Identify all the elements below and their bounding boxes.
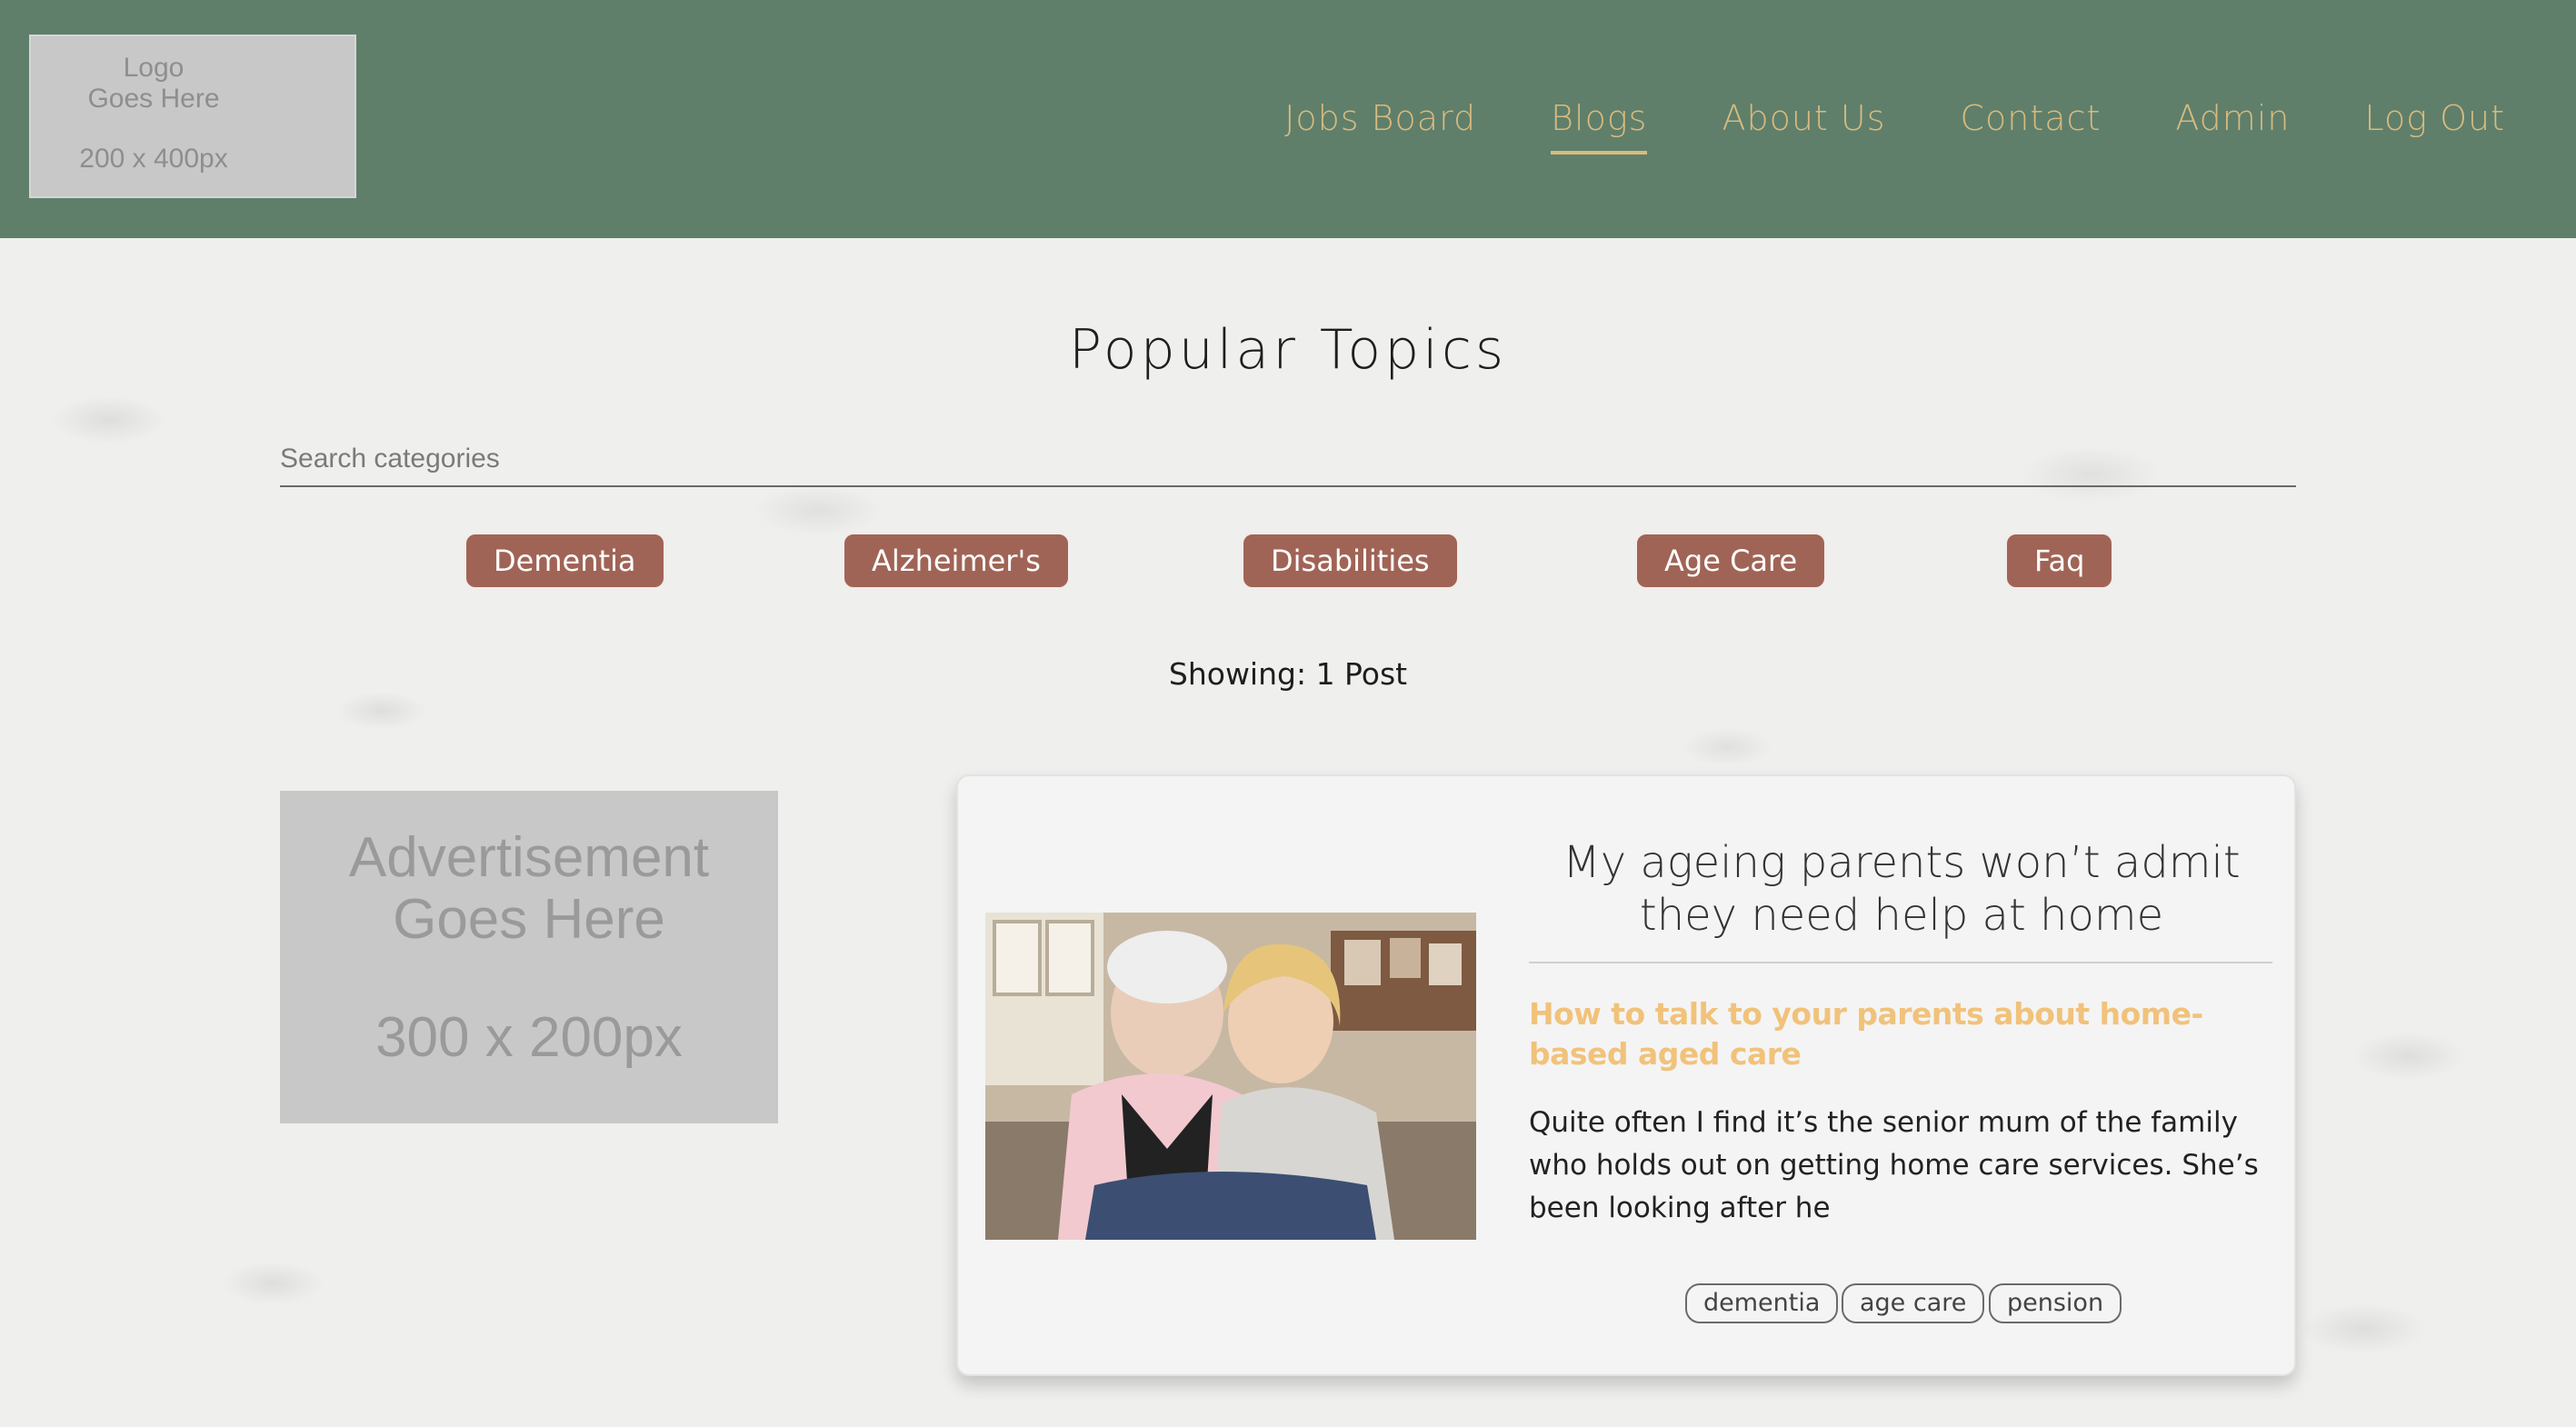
category-age-care[interactable]: Age Care [1635,533,1827,589]
nav-admin[interactable]: Admin [2175,91,2290,145]
nav-blogs[interactable]: Blogs [1551,91,1648,155]
search-categories-input[interactable] [280,433,2296,487]
tag-pension[interactable]: pension [1989,1283,2122,1323]
post-image[interactable] [985,913,1476,1240]
site-header: Logo Goes Here 200 x 400px Jobs Board Bl… [0,0,2576,238]
main-nav: Jobs Board Blogs About Us Contact Admin … [1210,91,2505,155]
post-photo-illustration [985,913,1476,1240]
post-card[interactable]: My ageing parents won’t admit they need … [956,774,2296,1376]
ad-text: Advertisement Goes Here [348,826,710,951]
tag-dementia[interactable]: dementia [1685,1283,1839,1323]
logo-text: Logo Goes Here [87,53,220,114]
post-count: Showing: 1 Post [1168,656,1408,692]
page-title: Popular Topics [1068,318,1508,382]
advertisement-placeholder[interactable]: Advertisement Goes Here 300 x 200px [280,791,778,1123]
nav-contact[interactable]: Contact [1961,91,2102,145]
nav-log-out[interactable]: Log Out [2364,91,2505,145]
tag-age-care[interactable]: age care [1842,1283,1985,1323]
logo-size: 200 x 400px [79,144,228,174]
nav-jobs-board[interactable]: Jobs Board [1284,91,1476,145]
category-disabilities[interactable]: Disabilities [1242,533,1459,589]
category-alzheimers[interactable]: Alzheimer's [843,533,1070,589]
post-subtitle[interactable]: How to talk to your parents about home-b… [1529,994,2272,1074]
post-title[interactable]: My ageing parents won’t admit they need … [1529,836,2274,942]
category-faq[interactable]: Faq [2005,533,2114,589]
ad-size: 300 x 200px [375,1006,683,1069]
nav-about-us[interactable]: About Us [1722,91,1885,145]
category-dementia[interactable]: Dementia [464,533,665,589]
post-excerpt: Quite often I find it’s the senior mum o… [1529,1106,2259,1224]
logo-placeholder[interactable]: Logo Goes Here 200 x 400px [29,35,356,198]
post-divider [1529,962,2272,963]
